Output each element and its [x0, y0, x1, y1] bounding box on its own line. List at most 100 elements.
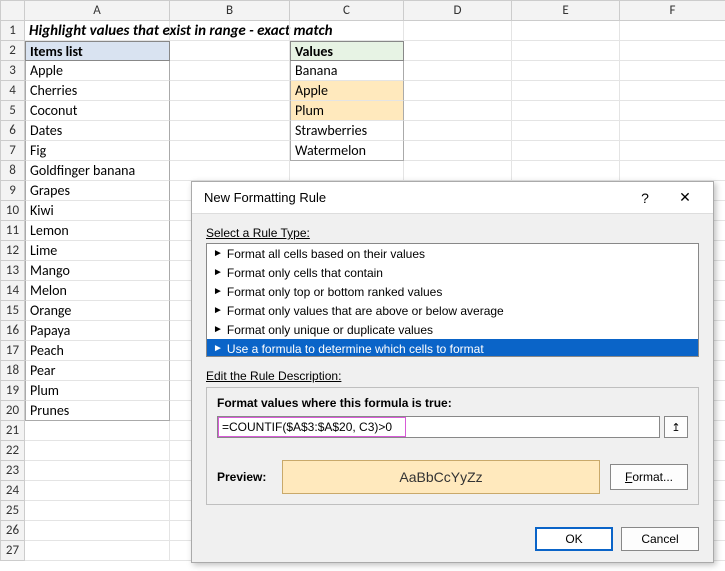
row-header[interactable]: 7: [1, 141, 25, 161]
row-header[interactable]: 8: [1, 161, 25, 181]
cell[interactable]: [620, 81, 725, 101]
cell[interactable]: [404, 121, 512, 141]
cell[interactable]: [620, 21, 725, 41]
format-button[interactable]: Format...: [610, 464, 688, 490]
values-cell[interactable]: Watermelon: [290, 141, 404, 161]
row-header[interactable]: 13: [1, 261, 25, 281]
cancel-button[interactable]: Cancel: [621, 527, 699, 551]
values-cell[interactable]: Plum: [290, 101, 404, 121]
row-header[interactable]: 14: [1, 281, 25, 301]
cell[interactable]: [620, 161, 725, 181]
items-cell[interactable]: Coconut: [25, 101, 170, 121]
row-header[interactable]: 24: [1, 481, 25, 501]
cell[interactable]: [25, 441, 170, 461]
row-header[interactable]: 18: [1, 361, 25, 381]
row-header[interactable]: 20: [1, 401, 25, 421]
cell[interactable]: [404, 101, 512, 121]
items-cell[interactable]: Mango: [25, 261, 170, 281]
cell[interactable]: [512, 161, 620, 181]
row-header[interactable]: 16: [1, 321, 25, 341]
col-header-D[interactable]: D: [404, 1, 512, 21]
cell[interactable]: [404, 61, 512, 81]
items-cell[interactable]: Melon: [25, 281, 170, 301]
col-header-E[interactable]: E: [512, 1, 620, 21]
cell[interactable]: [290, 21, 404, 41]
cell[interactable]: [170, 41, 290, 61]
rule-type-list[interactable]: ►Format all cells based on their values►…: [206, 243, 699, 357]
items-cell[interactable]: Lemon: [25, 221, 170, 241]
cell[interactable]: [170, 141, 290, 161]
row-header[interactable]: 19: [1, 381, 25, 401]
cell[interactable]: [620, 61, 725, 81]
cell[interactable]: [25, 541, 170, 561]
items-header[interactable]: Items list: [25, 41, 170, 61]
values-header[interactable]: Values: [290, 41, 404, 61]
cell[interactable]: [25, 421, 170, 441]
cell[interactable]: [512, 141, 620, 161]
cell[interactable]: [170, 121, 290, 141]
cell[interactable]: [25, 501, 170, 521]
cell[interactable]: [512, 81, 620, 101]
items-cell[interactable]: Grapes: [25, 181, 170, 201]
row-header[interactable]: 11: [1, 221, 25, 241]
cell[interactable]: [512, 101, 620, 121]
rule-type-item[interactable]: ►Format all cells based on their values: [207, 244, 698, 263]
cell[interactable]: [25, 481, 170, 501]
rule-type-item[interactable]: ►Format only top or bottom ranked values: [207, 282, 698, 301]
items-cell[interactable]: Pear: [25, 361, 170, 381]
row-header[interactable]: 9: [1, 181, 25, 201]
row-header[interactable]: 1: [1, 21, 25, 41]
row-header[interactable]: 2: [1, 41, 25, 61]
items-cell[interactable]: Dates: [25, 121, 170, 141]
cell[interactable]: [25, 521, 170, 541]
cell[interactable]: [620, 121, 725, 141]
row-header[interactable]: 12: [1, 241, 25, 261]
cell[interactable]: [620, 141, 725, 161]
help-button[interactable]: ?: [625, 184, 665, 212]
rule-type-item[interactable]: ►Format only cells that contain: [207, 263, 698, 282]
row-header[interactable]: 3: [1, 61, 25, 81]
cell[interactable]: [620, 41, 725, 61]
row-header[interactable]: 4: [1, 81, 25, 101]
items-cell[interactable]: Papaya: [25, 321, 170, 341]
items-cell[interactable]: Prunes: [25, 401, 170, 421]
rule-type-item[interactable]: ►Format only values that are above or be…: [207, 301, 698, 320]
items-cell[interactable]: Fig: [25, 141, 170, 161]
items-cell[interactable]: Orange: [25, 301, 170, 321]
cell[interactable]: [404, 41, 512, 61]
row-header[interactable]: 23: [1, 461, 25, 481]
items-cell[interactable]: Goldfinger banana: [25, 161, 170, 181]
collapse-dialog-button[interactable]: ↥: [664, 416, 688, 438]
cell[interactable]: [512, 61, 620, 81]
col-header-F[interactable]: F: [620, 1, 725, 21]
cell[interactable]: [170, 101, 290, 121]
items-cell[interactable]: Kiwi: [25, 201, 170, 221]
col-header-B[interactable]: B: [170, 1, 290, 21]
col-header-A[interactable]: A: [25, 1, 170, 21]
cell[interactable]: [404, 141, 512, 161]
row-header[interactable]: 6: [1, 121, 25, 141]
items-cell[interactable]: Plum: [25, 381, 170, 401]
cell[interactable]: [404, 161, 512, 181]
cell[interactable]: [170, 21, 290, 41]
values-cell[interactable]: Strawberries: [290, 121, 404, 141]
title-cell[interactable]: Highlight values that exist in range - e…: [25, 21, 170, 41]
row-header[interactable]: 17: [1, 341, 25, 361]
cell[interactable]: [404, 81, 512, 101]
row-header[interactable]: 25: [1, 501, 25, 521]
rule-type-item[interactable]: ►Use a formula to determine which cells …: [207, 339, 698, 357]
cell[interactable]: [512, 121, 620, 141]
cell[interactable]: [404, 21, 512, 41]
row-header[interactable]: 27: [1, 541, 25, 561]
close-button[interactable]: ✕: [665, 184, 705, 212]
ok-button[interactable]: OK: [535, 527, 613, 551]
formula-input[interactable]: [217, 416, 660, 438]
cell[interactable]: [170, 161, 290, 181]
items-cell[interactable]: Peach: [25, 341, 170, 361]
row-header[interactable]: 5: [1, 101, 25, 121]
row-header[interactable]: 26: [1, 521, 25, 541]
row-header[interactable]: 22: [1, 441, 25, 461]
items-cell[interactable]: Cherries: [25, 81, 170, 101]
items-cell[interactable]: Apple: [25, 61, 170, 81]
values-cell[interactable]: Apple: [290, 81, 404, 101]
